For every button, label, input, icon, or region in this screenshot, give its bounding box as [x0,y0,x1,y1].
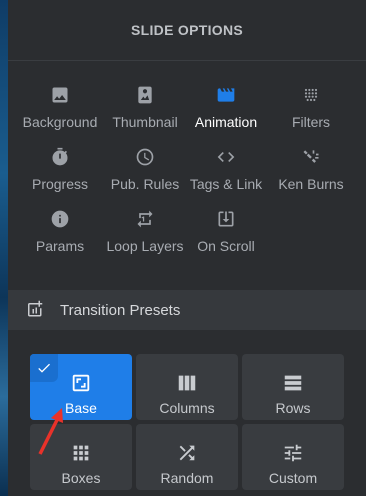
check-icon [30,354,58,382]
preset-label: Random [160,470,214,486]
option-label: On Scroll [197,238,255,254]
code-icon [178,144,274,170]
preset-label: Custom [268,470,318,486]
download-box-icon [178,206,274,232]
annotation-arrow-icon [38,408,63,455]
preset-random[interactable]: Random [136,424,238,490]
ken-burns-icon [263,144,359,170]
slide-options-panel: SLIDE OPTIONS Background Thumbnail Anima… [8,0,366,496]
background-preview-strip [0,0,8,496]
slide-options-grid: Background Thumbnail Animation Filters P… [8,82,366,268]
option-label: Animation [194,114,258,130]
panel-title: SLIDE OPTIONS [130,22,244,38]
option-params[interactable]: Params [12,206,108,254]
preset-custom[interactable]: Custom [242,424,344,490]
option-label: Filters [291,114,331,130]
option-label: Ken Burns [278,176,344,192]
option-label: Background [22,114,98,130]
shuffle-icon [136,436,238,470]
preset-label: Rows [275,400,311,416]
preset-rows[interactable]: Rows [242,354,344,420]
preset-label: Boxes [61,470,101,486]
clapperboard-icon [178,82,274,108]
image-icon [12,82,108,108]
info-icon [12,206,108,232]
option-filters[interactable]: Filters [263,82,359,130]
columns-icon [136,366,238,400]
option-label: Params [35,238,85,254]
tune-icon [242,436,344,470]
panel-header: SLIDE OPTIONS [8,0,366,61]
preset-label: Columns [159,400,215,416]
add-box-icon [28,300,43,317]
section-title: Transition Presets [60,301,181,319]
option-progress[interactable]: Progress [12,144,108,192]
option-ken-burns[interactable]: Ken Burns [263,144,359,192]
option-label: Tags & Link [189,176,263,192]
option-background[interactable]: Background [12,82,108,130]
rows-icon [242,366,344,400]
option-tags-link[interactable]: Tags & Link [178,144,274,192]
grain-icon [263,82,359,108]
timer-icon [12,144,108,170]
option-on-scroll[interactable]: On Scroll [178,206,274,254]
option-label: Progress [31,176,89,192]
option-animation[interactable]: Animation [178,82,274,130]
preset-columns[interactable]: Columns [136,354,238,420]
transition-presets-header[interactable]: Transition Presets [8,290,366,330]
